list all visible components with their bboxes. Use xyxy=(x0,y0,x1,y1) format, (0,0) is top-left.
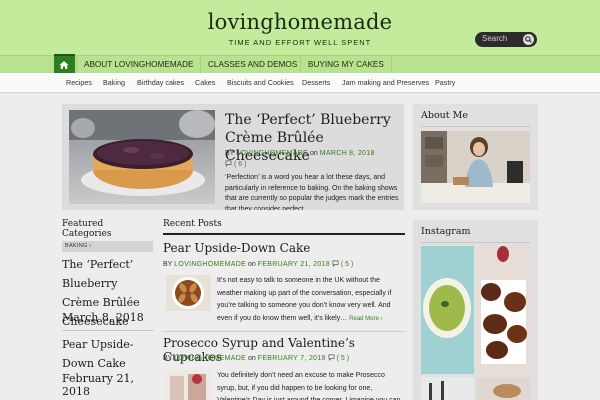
category-nav: Recipes Baking Birthday cakes Cakes Bisc… xyxy=(0,73,600,93)
nav-about-lovinghomemade[interactable]: ABOUT LOVINGHOMEMADE xyxy=(76,56,201,74)
byline-on: on xyxy=(310,150,318,157)
instagram-photo-bake[interactable] xyxy=(477,377,530,400)
cat-baking[interactable]: Baking xyxy=(103,73,125,93)
featured-post: The ‘Perfect’ Blueberry Crème Brûlée Che… xyxy=(62,104,404,210)
post-author-link[interactable]: LOVINGHOMEMADE xyxy=(174,261,246,268)
nav-classes-and-demos[interactable]: CLASSES AND DEMOS xyxy=(200,56,304,74)
divider xyxy=(421,242,530,243)
featured-comments-link[interactable]: ( 6 ) xyxy=(225,160,247,168)
featured-category-item-date: February 21, 2018 xyxy=(62,372,134,398)
search-input[interactable]: Search xyxy=(475,32,537,47)
post-comments-link[interactable]: ( 5 ) xyxy=(337,355,349,362)
site-title[interactable]: lovinghomemade xyxy=(0,10,600,34)
home-button[interactable] xyxy=(54,54,75,74)
featured-category-item-title[interactable]: Pear Upside-Down Cake xyxy=(62,335,154,373)
cupcake-thumbnail[interactable] xyxy=(166,370,211,400)
cat-birthday-cakes[interactable]: Birthday cakes xyxy=(137,73,184,93)
divider xyxy=(163,331,405,332)
cat-pastry[interactable]: Pastry xyxy=(435,73,455,93)
featured-author-link[interactable]: LOVINGHOMEMADE xyxy=(236,150,308,157)
divider xyxy=(62,330,154,331)
post-excerpt: You definitely don’t need an excuse to m… xyxy=(217,372,400,400)
comment-icon xyxy=(328,354,335,361)
byline-by: BY xyxy=(225,150,235,157)
byline-by: BY xyxy=(163,261,173,268)
home-icon xyxy=(59,61,69,69)
comment-icon xyxy=(225,160,232,167)
instagram-heading: Instagram xyxy=(421,226,471,237)
instagram-photo-buns[interactable] xyxy=(477,246,530,374)
post-date-link[interactable]: FEBRUARY 21, 2018 xyxy=(258,261,330,268)
pear-cake-thumbnail[interactable] xyxy=(166,275,211,311)
search-icon[interactable] xyxy=(523,34,534,45)
byline-by: BY xyxy=(163,355,173,362)
divider xyxy=(421,126,530,127)
recent-posts-heading: Recent Posts xyxy=(163,219,405,235)
post-title[interactable]: Pear Upside-Down Cake xyxy=(163,241,403,255)
nav-buying-my-cakes[interactable]: BUYING MY CAKES xyxy=(300,56,392,74)
byline-on: on xyxy=(248,355,256,362)
post-comments-link[interactable]: ( 5 ) xyxy=(341,261,353,268)
featured-excerpt: ‘Perfection’ is a word you hear a lot th… xyxy=(225,174,399,210)
cat-cakes[interactable]: Cakes xyxy=(195,73,215,93)
cheesecake-image[interactable] xyxy=(69,110,215,204)
featured-byline: BY LOVINGHOMEMADE on MARCH 8, 2018 ( 6 ) xyxy=(225,148,403,170)
about-me-heading: About Me xyxy=(421,110,468,121)
post-author-link[interactable]: LOVINGHOMEMADE xyxy=(174,355,246,362)
site-header: lovinghomemade TIME AND EFFORT WELL SPEN… xyxy=(0,0,600,55)
author-photo[interactable] xyxy=(421,131,530,203)
featured-date-link[interactable]: MARCH 8, 2018 xyxy=(320,150,375,157)
instagram-widget: Instagram xyxy=(413,220,538,400)
byline-on: on xyxy=(248,261,256,268)
instagram-photo-soup[interactable] xyxy=(421,246,474,374)
cat-recipes[interactable]: Recipes xyxy=(66,73,92,93)
cat-desserts[interactable]: Desserts xyxy=(302,73,330,93)
primary-nav: ABOUT LOVINGHOMEMADE CLASSES AND DEMOS B… xyxy=(0,54,600,74)
post-excerpt: It’s not easy to talk to someone in the … xyxy=(217,275,403,325)
category-tag-baking[interactable]: BAKING › xyxy=(62,241,153,252)
cat-biscuits-and-cookies[interactable]: Biscuits and Cookies xyxy=(227,73,294,93)
cat-jam-making[interactable]: Jam making and Preserves xyxy=(342,73,429,93)
instagram-photo-kitchen[interactable] xyxy=(421,377,474,400)
post-byline: BY LOVINGHOMEMADE on FEBRUARY 7, 2018 ( … xyxy=(163,353,403,364)
featured-category-item-date: March 8, 2018 xyxy=(62,311,144,324)
post-byline: BY LOVINGHOMEMADE on FEBRUARY 21, 2018 (… xyxy=(163,259,403,270)
featured-comment-count: ( 6 ) xyxy=(233,161,247,168)
comment-icon xyxy=(332,260,339,267)
post-date-link[interactable]: FEBRUARY 7, 2018 xyxy=(258,355,326,362)
search-placeholder: Search xyxy=(482,34,508,43)
read-more-link[interactable]: Read More › xyxy=(349,316,382,322)
about-me-widget: About Me xyxy=(413,104,538,210)
